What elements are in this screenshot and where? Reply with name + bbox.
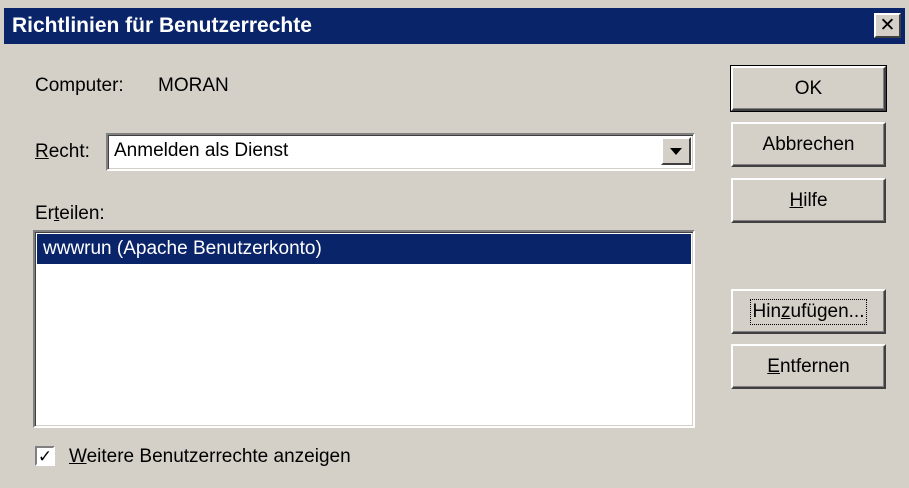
show-more-rights-label[interactable]: Weitere Benutzerrechte anzeigen [69,446,351,468]
list-item[interactable]: wwwrun (Apache Benutzerkonto) [37,234,691,264]
dropdown-button[interactable] [661,137,691,165]
computer-label: Computer: [35,75,124,96]
recht-combobox[interactable]: Anmelden als Dienst [106,133,695,171]
title-bar[interactable]: Richtlinien für Benutzerrechte ✕ [4,8,905,44]
close-button[interactable]: ✕ [874,13,901,38]
erteilen-label: Erteilen: [35,203,105,224]
cancel-button[interactable]: Abbrechen [731,122,886,167]
checkmark-icon: ✓ [37,446,53,466]
add-button[interactable]: Hinzufügen... [731,289,886,334]
recht-label: Recht: [35,141,90,162]
remove-button[interactable]: Entfernen [731,344,886,389]
show-more-rights-checkbox[interactable]: ✓ [35,446,55,466]
computer-name: MORAN [158,75,229,96]
close-icon: ✕ [879,15,896,36]
window-title: Richtlinien für Benutzerrechte [12,14,312,37]
help-button[interactable]: Hilfe [731,178,886,223]
granted-users-list[interactable]: wwwrun (Apache Benutzerkonto) [33,230,695,428]
recht-selected-value: Anmelden als Dienst [114,140,289,161]
user-rights-dialog: Richtlinien für Benutzerrechte ✕ Compute… [0,0,909,488]
chevron-down-icon [670,147,682,155]
ok-button[interactable]: OK [730,65,887,112]
